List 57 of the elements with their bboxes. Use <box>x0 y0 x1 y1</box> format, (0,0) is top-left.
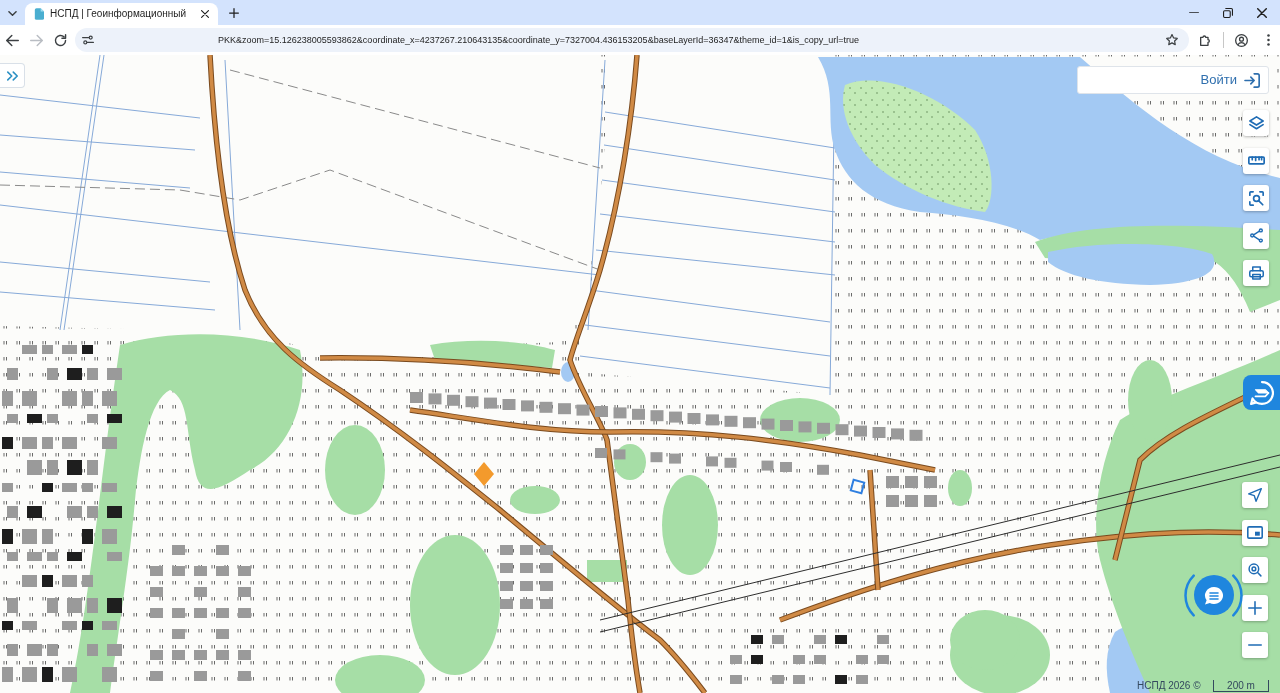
minimize-icon <box>1189 11 1199 14</box>
search-location-button[interactable] <box>1242 557 1268 583</box>
minus-icon <box>1248 644 1262 646</box>
ruler-icon <box>1247 156 1265 165</box>
forest-area <box>948 470 972 506</box>
share-button[interactable] <box>1243 222 1269 249</box>
plus-icon <box>1248 600 1262 615</box>
profile-icon <box>1234 33 1248 47</box>
back-arrow-icon <box>5 33 19 47</box>
tab-title: НСПД | Геоинформационный <box>50 8 186 20</box>
locate-button[interactable] <box>1242 482 1268 508</box>
tune-icon <box>82 35 94 45</box>
location-search-icon <box>1248 563 1262 577</box>
navigation-arrow-icon <box>1248 488 1262 502</box>
building-cluster-drawing <box>886 476 937 507</box>
area-search-button[interactable] <box>1243 185 1269 211</box>
scale-bar: 200 m <box>1213 680 1269 692</box>
plus-icon <box>229 8 239 18</box>
ruler-button[interactable] <box>1243 147 1269 174</box>
area-select-icon <box>1248 190 1264 206</box>
folded-sheet-icon <box>1249 380 1274 405</box>
puzzle-icon <box>1200 34 1212 46</box>
printer-icon <box>1248 266 1264 280</box>
share-icon <box>1249 228 1263 243</box>
chat-icon <box>1204 585 1224 605</box>
diamond-marker-icon <box>474 462 494 486</box>
zoom-in-button[interactable] <box>1242 594 1268 621</box>
star-icon <box>1166 34 1178 46</box>
square-marker-icon <box>849 478 866 495</box>
building-cluster-drawing <box>500 545 553 609</box>
caret-down-icon <box>7 10 17 16</box>
print-button[interactable] <box>1243 260 1269 286</box>
restore-icon <box>1223 7 1233 18</box>
address-bar[interactable]: PKK&zoom=15.126238005593862&coordinate_x=4237267.210643135&coordinate_y=7327004.436153205&baseLayerId=36347&theme_id=1&is_copy_url=true <box>75 28 1189 52</box>
layers-button[interactable] <box>1243 110 1269 136</box>
login-button[interactable]: Войти <box>1077 66 1269 94</box>
expand-panel-button[interactable] <box>0 63 25 88</box>
double-chevron-icon <box>6 70 18 81</box>
zoom-out-button[interactable] <box>1242 632 1268 658</box>
panel-button[interactable] <box>1242 519 1268 546</box>
login-icon <box>1244 72 1261 88</box>
pond <box>561 362 575 382</box>
close-icon <box>201 10 209 18</box>
pulse-arcs-icon <box>1184 574 1243 617</box>
side-panel-tab[interactable] <box>1243 375 1280 410</box>
map-attribution: НСПД 2026 © <box>1137 680 1201 692</box>
url-text: PKK&zoom=15.126238005593862&coordinate_x=4237267.210643135&coordinate_y=7327004.436153205&baseLayerId=36347&theme_id=1&is_copy_url=true <box>218 34 860 46</box>
forest-area <box>510 486 560 514</box>
page-icon <box>34 8 44 20</box>
close-tab-button[interactable] <box>198 7 212 21</box>
forward-arrow-icon <box>29 33 43 47</box>
close-icon <box>1257 7 1267 18</box>
layers-icon <box>1248 116 1264 130</box>
reload-icon <box>53 33 67 47</box>
browser-tab[interactable]: НСПД | Геоинформационный <box>25 3 218 25</box>
picture-in-picture-icon <box>1247 526 1263 539</box>
kebab-menu-icon <box>1266 34 1270 46</box>
